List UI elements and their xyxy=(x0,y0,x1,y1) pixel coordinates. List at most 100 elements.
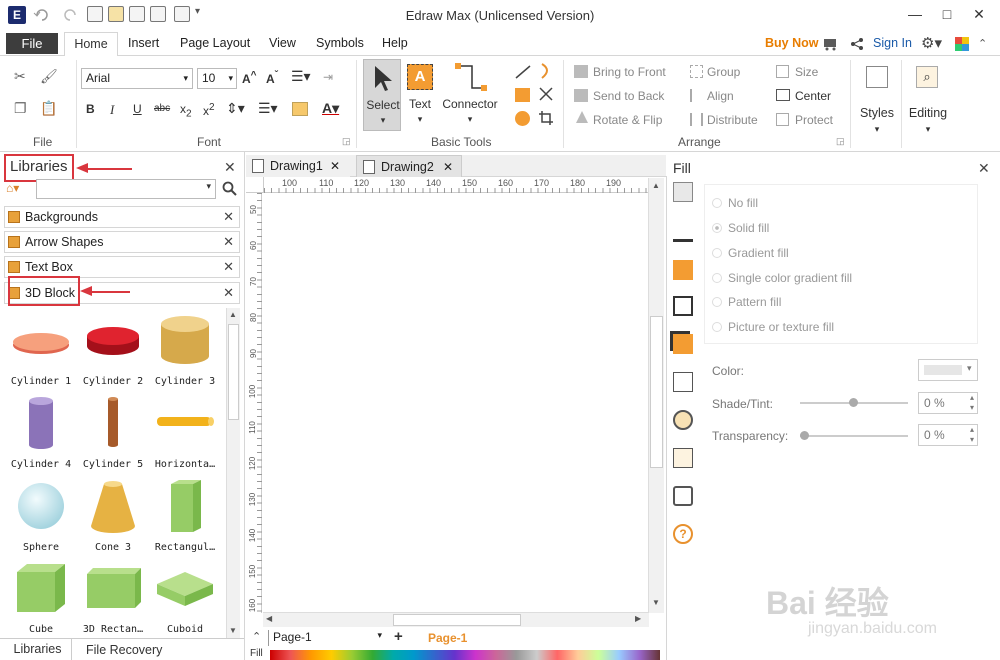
globe-icon[interactable] xyxy=(673,410,693,430)
minimize-button[interactable]: — xyxy=(904,4,926,24)
send-to-back-button[interactable]: Send to Back xyxy=(593,89,664,103)
shape-cone-3[interactable]: Cone 3 xyxy=(77,478,149,560)
cut-icon[interactable]: ✂ xyxy=(14,68,26,85)
scroll-down-icon[interactable]: ▼ xyxy=(229,626,237,635)
highlight-color-icon[interactable] xyxy=(292,102,308,116)
library-scrollbar[interactable]: ▲ ▼ xyxy=(226,308,240,638)
shape-horizontal-cylinder[interactable]: Horizonta… xyxy=(149,395,221,477)
tab-insert[interactable]: Insert xyxy=(128,36,159,50)
group-icon[interactable] xyxy=(690,65,703,78)
close-icon[interactable]: ✕ xyxy=(223,209,234,225)
tab-home[interactable]: Home xyxy=(64,32,118,57)
bullets-icon[interactable]: ☰▾ xyxy=(258,100,278,117)
center-button[interactable]: Center xyxy=(795,89,831,103)
shape-sphere[interactable]: Sphere xyxy=(5,478,77,560)
sign-in-link[interactable]: Sign In xyxy=(873,36,912,50)
search-icon[interactable] xyxy=(222,181,238,197)
size-button[interactable]: Size xyxy=(795,65,818,79)
size-icon[interactable] xyxy=(776,65,789,78)
protect-icon[interactable] xyxy=(776,113,789,126)
fill-option-gradient-fill[interactable]: Gradient fill xyxy=(712,246,789,260)
editing-button[interactable]: ⌕ Editing ▾ xyxy=(906,62,950,138)
shape-cylinder-5[interactable]: Cylinder 5 xyxy=(77,395,149,477)
group-button[interactable]: Group xyxy=(707,65,740,79)
help-icon[interactable]: ? xyxy=(673,524,693,544)
fill-option-single-color-gradient[interactable]: Single color gradient fill xyxy=(712,271,852,285)
canvas-horizontal-scrollbar[interactable]: ◀ ▶ xyxy=(263,612,649,627)
page-select[interactable]: Page-1 ▾ xyxy=(268,630,384,646)
shape-cylinder-4[interactable]: Cylinder 4 xyxy=(5,395,77,477)
page-tab[interactable]: Page-1 xyxy=(428,631,467,645)
fill-option-solid-fill[interactable]: Solid fill xyxy=(712,221,769,235)
color-picker[interactable]: ▾ xyxy=(918,359,978,381)
puzzle-icon[interactable] xyxy=(955,37,969,51)
close-icon[interactable]: ✕ xyxy=(223,259,234,275)
tab-drawing2[interactable]: Drawing2 ✕ xyxy=(356,155,462,177)
scroll-thumb[interactable] xyxy=(393,614,521,626)
center-icon[interactable] xyxy=(776,89,790,101)
close-libraries-icon[interactable]: ✕ xyxy=(224,159,236,176)
styles-button[interactable]: Styles ▾ xyxy=(858,62,896,138)
bring-to-front-button[interactable]: Bring to Front xyxy=(593,65,666,79)
distribute-button[interactable]: Distribute xyxy=(707,113,758,127)
select-tool-button[interactable]: Select ▾ xyxy=(363,59,401,131)
scroll-thumb[interactable] xyxy=(228,324,239,420)
drawing-canvas[interactable] xyxy=(263,194,649,612)
library-category-arrow-shapes[interactable]: Arrow Shapes ✕ xyxy=(4,231,240,253)
libraries-tab[interactable]: Libraries xyxy=(4,639,72,660)
buy-now-link[interactable]: Buy Now xyxy=(765,36,818,50)
library-category-backgrounds[interactable]: Backgrounds ✕ xyxy=(4,206,240,228)
fill-option-no-fill[interactable]: No fill xyxy=(712,196,758,210)
text-direction-icon[interactable]: ⇥ xyxy=(323,70,333,84)
tab-view[interactable]: View xyxy=(269,36,296,50)
cross-line-tool-icon[interactable] xyxy=(538,86,554,102)
file-recovery-tab[interactable]: File Recovery xyxy=(86,643,162,657)
tab-help[interactable]: Help xyxy=(382,36,408,50)
cart-icon[interactable] xyxy=(822,37,840,51)
shape-cuboid[interactable]: Cuboid xyxy=(149,560,221,642)
close-icon[interactable]: ✕ xyxy=(223,285,234,301)
maximize-button[interactable]: □ xyxy=(936,4,958,24)
crop-tool-icon[interactable] xyxy=(538,110,554,126)
scroll-left-icon[interactable]: ◀ xyxy=(266,614,272,623)
library-category-text-box[interactable]: Text Box ✕ xyxy=(4,256,240,278)
line-spacing-icon[interactable]: ⇕▾ xyxy=(226,100,245,117)
text-align-icon[interactable]: ☰▾ xyxy=(291,68,311,85)
shade-tint-input[interactable]: 0 % ▴ ▾ xyxy=(918,392,978,414)
align-button[interactable]: Align xyxy=(707,89,734,103)
shape-cylinder-2[interactable]: Cylinder 2 xyxy=(77,312,149,394)
shape-cube[interactable]: Cube xyxy=(5,560,77,642)
slider-thumb[interactable] xyxy=(800,431,809,440)
paste-icon[interactable]: 📋 xyxy=(40,100,57,117)
shape-cylinder-1[interactable]: Cylinder 1 xyxy=(5,312,77,394)
fill-bucket-icon[interactable] xyxy=(673,182,693,202)
bold-icon[interactable]: B xyxy=(86,102,95,116)
library-search-input[interactable]: ▾ xyxy=(36,179,216,199)
ribbon-collapse-icon[interactable]: ⌃ xyxy=(978,37,987,50)
fill-option-picture-texture[interactable]: Picture or texture fill xyxy=(712,320,834,334)
scroll-down-icon[interactable]: ▼ xyxy=(652,598,660,607)
line-style-icon[interactable] xyxy=(673,222,693,242)
close-tab-icon[interactable]: ✕ xyxy=(443,156,453,178)
tab-symbols[interactable]: Symbols xyxy=(316,36,364,50)
protect-button[interactable]: Protect xyxy=(795,113,833,127)
font-color-icon[interactable]: A▾ xyxy=(322,100,339,117)
format-painter-icon[interactable]: 🖌 xyxy=(40,68,58,85)
ellipse-tool-icon[interactable] xyxy=(515,111,530,126)
subscript-icon[interactable]: x2 xyxy=(180,102,192,119)
shape-style-icon[interactable] xyxy=(673,260,693,280)
rotate-flip-icon[interactable] xyxy=(576,111,588,123)
copy-icon[interactable]: ❐ xyxy=(14,100,27,117)
comment-icon[interactable] xyxy=(673,486,693,506)
close-fill-panel-icon[interactable]: ✕ xyxy=(978,160,990,177)
connector-tool-button[interactable]: Connector ▾ xyxy=(440,62,500,130)
font-shrink-icon[interactable]: Aˇ xyxy=(266,70,278,86)
page-nav-up-icon[interactable]: ⌃ xyxy=(252,630,261,643)
add-page-icon[interactable]: + xyxy=(394,628,403,645)
home-icon[interactable]: ⌂▾ xyxy=(6,181,19,195)
send-to-back-icon[interactable] xyxy=(574,89,588,102)
shape-cylinder-3[interactable]: Cylinder 3 xyxy=(149,312,221,394)
spinner-arrows-icon[interactable]: ▴ ▾ xyxy=(970,425,974,445)
canvas-vertical-scrollbar[interactable]: ▲ ▼ xyxy=(648,178,664,613)
shape-rectangular-prism[interactable]: Rectangul… xyxy=(149,478,221,560)
